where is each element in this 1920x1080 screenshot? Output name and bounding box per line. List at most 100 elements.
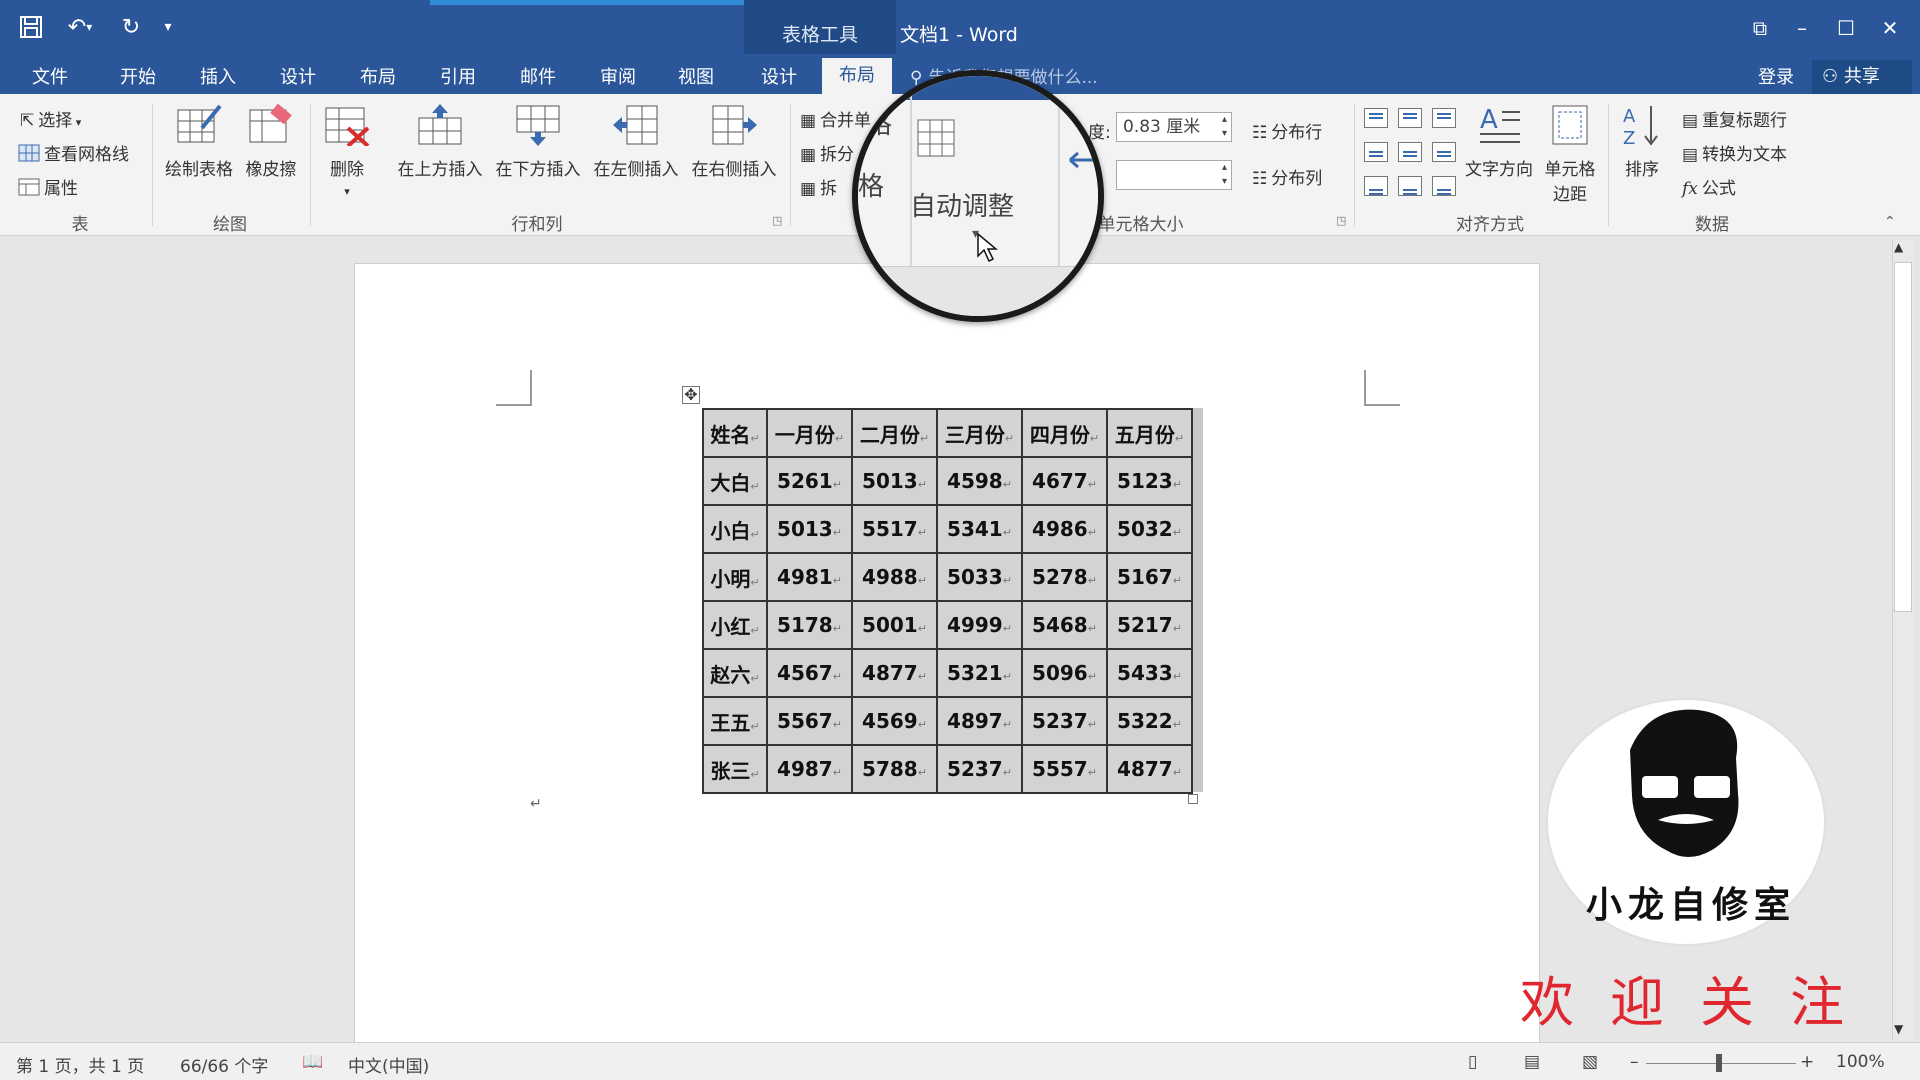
align-cell-icon[interactable] xyxy=(1432,142,1456,162)
tab-insert[interactable]: 插入 xyxy=(188,62,248,94)
table-name-cell[interactable]: 大白↵ xyxy=(702,456,768,506)
table-value-cell[interactable]: 5237↵ xyxy=(936,744,1023,794)
split-table-button[interactable]: ▦ 拆 xyxy=(800,174,837,199)
table-row[interactable]: 张三↵ 4987↵ 5788↵ 5237↵ 5557↵ 4877↵ xyxy=(702,744,1193,794)
table-value-cell[interactable]: 4987↵ xyxy=(766,744,853,794)
table-name-cell[interactable]: 张三↵ xyxy=(702,744,768,794)
delete-button[interactable]: 删除 ▾ xyxy=(316,104,378,200)
zoom-level[interactable]: 100% xyxy=(1836,1052,1885,1072)
rows-cols-dialog-launcher-icon[interactable]: ◳ xyxy=(772,214,782,227)
collapse-ribbon-icon[interactable]: ⌃ xyxy=(1884,214,1896,230)
eraser-button[interactable]: 橡皮擦 xyxy=(240,103,302,180)
align-cell-icon[interactable] xyxy=(1398,176,1422,196)
login-link[interactable]: 登录 xyxy=(1758,62,1794,94)
cell-size-dialog-launcher-icon[interactable]: ◳ xyxy=(1336,214,1346,227)
properties-button[interactable]: 属性 xyxy=(18,174,78,201)
table-header-cell[interactable]: 一月份↵ xyxy=(766,408,853,458)
read-mode-icon[interactable]: ▯ xyxy=(1468,1052,1477,1072)
table-value-cell[interactable]: 4897↵ xyxy=(936,696,1023,746)
table-value-cell[interactable]: 5178↵ xyxy=(766,600,853,650)
table-value-cell[interactable]: 5032↵ xyxy=(1106,504,1193,554)
table-value-cell[interactable]: 5788↵ xyxy=(851,744,938,794)
tab-view[interactable]: 视图 xyxy=(666,62,726,94)
table-row[interactable]: 小白↵ 5013↵ 5517↵ 5341↵ 4986↵ 5032↵ xyxy=(702,504,1193,554)
table-header-cell[interactable]: 姓名↵ xyxy=(702,408,768,458)
tab-mailings[interactable]: 邮件 xyxy=(508,62,568,94)
insert-left-button[interactable]: 在左侧插入 xyxy=(588,104,684,180)
table-value-cell[interactable]: 4988↵ xyxy=(851,552,938,602)
table-value-cell[interactable]: 5321↵ xyxy=(936,648,1023,698)
table-value-cell[interactable]: 5468↵ xyxy=(1021,600,1108,650)
distribute-columns-button[interactable]: ☷ 分布列 xyxy=(1252,164,1322,189)
customize-toolbar-icon[interactable]: ▾ xyxy=(156,10,180,44)
close-button[interactable]: ✕ xyxy=(1870,12,1910,44)
table-value-cell[interactable]: 5096↵ xyxy=(1021,648,1108,698)
align-cell-icon[interactable] xyxy=(1364,108,1388,128)
table-value-cell[interactable]: 5322↵ xyxy=(1106,696,1193,746)
table-value-cell[interactable]: 5433↵ xyxy=(1106,648,1193,698)
table-value-cell[interactable]: 5261↵ xyxy=(766,456,853,506)
table-header-cell[interactable]: 四月份↵ xyxy=(1021,408,1108,458)
tab-table-design[interactable]: 设计 xyxy=(748,62,810,94)
table-move-handle-icon[interactable]: ✥ xyxy=(682,386,700,404)
view-gridlines-button[interactable]: 查看网格线 xyxy=(18,140,129,167)
scroll-down-icon[interactable]: ▼ xyxy=(1894,1022,1903,1036)
table-value-cell[interactable]: 5123↵ xyxy=(1106,456,1193,506)
table-value-cell[interactable]: 4877↵ xyxy=(1106,744,1193,794)
table-header-cell[interactable]: 三月份↵ xyxy=(936,408,1023,458)
table-row[interactable]: 王五↵ 5567↵ 4569↵ 4897↵ 5237↵ 5322↵ xyxy=(702,696,1193,746)
select-button[interactable]: ⇱ 选择 ▾ xyxy=(20,106,81,131)
table-value-cell[interactable]: 4877↵ xyxy=(851,648,938,698)
table-value-cell[interactable]: 4567↵ xyxy=(766,648,853,698)
table-value-cell[interactable]: 5167↵ xyxy=(1106,552,1193,602)
web-layout-icon[interactable]: ▧ xyxy=(1582,1052,1598,1072)
align-cell-icon[interactable] xyxy=(1364,142,1388,162)
page-count[interactable]: 第 1 页，共 1 页 xyxy=(16,1052,144,1077)
draw-table-button[interactable]: 绘制表格 xyxy=(160,104,238,180)
table-value-cell[interactable]: 5237↵ xyxy=(1021,696,1108,746)
sort-button[interactable]: AZ 排序 xyxy=(1614,104,1670,180)
table-value-cell[interactable]: 5278↵ xyxy=(1021,552,1108,602)
align-cell-icon[interactable] xyxy=(1432,176,1456,196)
tab-file[interactable]: 文件 xyxy=(20,62,80,94)
table-row[interactable]: 赵六↵ 4567↵ 4877↵ 5321↵ 5096↵ 5433↵ xyxy=(702,648,1193,698)
table-row[interactable]: 大白↵ 5261↵ 5013↵ 4598↵ 4677↵ 5123↵ xyxy=(702,456,1193,506)
redo-icon[interactable]: ↻ xyxy=(116,10,146,44)
table-value-cell[interactable]: 5341↵ xyxy=(936,504,1023,554)
share-button[interactable]: ⚇ 共享 xyxy=(1812,60,1912,94)
align-cell-icon[interactable] xyxy=(1364,176,1388,196)
table-value-cell[interactable]: 4677↵ xyxy=(1021,456,1108,506)
table-value-cell[interactable]: 5001↵ xyxy=(851,600,938,650)
table-value-cell[interactable]: 5033↵ xyxy=(936,552,1023,602)
table-name-cell[interactable]: 王五↵ xyxy=(702,696,768,746)
minimize-button[interactable]: – xyxy=(1782,12,1822,44)
insert-below-button[interactable]: 在下方插入 xyxy=(490,104,586,180)
row-height-input[interactable]: 0.83 厘米 ▴ ▾ xyxy=(1116,112,1232,142)
split-cells-button[interactable]: ▦ 拆分 xyxy=(800,140,854,165)
formula-button[interactable]: fx 公式 xyxy=(1682,174,1736,199)
table-name-cell[interactable]: 小明↵ xyxy=(702,552,768,602)
table-value-cell[interactable]: 4986↵ xyxy=(1021,504,1108,554)
table-row[interactable]: 小红↵ 5178↵ 5001↵ 4999↵ 5468↵ 5217↵ xyxy=(702,600,1193,650)
table-value-cell[interactable]: 4999↵ xyxy=(936,600,1023,650)
tab-home[interactable]: 开始 xyxy=(108,62,168,94)
table-header-cell[interactable]: 二月份↵ xyxy=(851,408,938,458)
table-name-cell[interactable]: 小白↵ xyxy=(702,504,768,554)
table-header-row[interactable]: 姓名↵ 一月份↵ 二月份↵ 三月份↵ 四月份↵ 五月份↵ xyxy=(702,408,1193,458)
distribute-rows-button[interactable]: ☷ 分布行 xyxy=(1252,118,1322,143)
table-value-cell[interactable]: 5517↵ xyxy=(851,504,938,554)
tab-design[interactable]: 设计 xyxy=(268,62,328,94)
maximize-button[interactable]: ☐ xyxy=(1826,12,1866,44)
scrollbar-thumb[interactable] xyxy=(1894,262,1912,612)
convert-to-text-button[interactable]: ▤ 转换为文本 xyxy=(1682,140,1787,165)
table-value-cell[interactable]: 5217↵ xyxy=(1106,600,1193,650)
undo-icon[interactable]: ↶ ▾ xyxy=(58,10,102,44)
table-header-cell[interactable]: 五月份↵ xyxy=(1106,408,1193,458)
table-value-cell[interactable]: 4598↵ xyxy=(936,456,1023,506)
table-value-cell[interactable]: 5557↵ xyxy=(1021,744,1108,794)
table-value-cell[interactable]: 5013↵ xyxy=(851,456,938,506)
proofing-icon[interactable]: 📖 xyxy=(302,1052,323,1072)
autofit-button[interactable]: 自动调整 xyxy=(910,186,1014,223)
cell-margins-button[interactable]: 单元格边距 xyxy=(1540,104,1600,205)
align-cell-icon[interactable] xyxy=(1432,108,1456,128)
